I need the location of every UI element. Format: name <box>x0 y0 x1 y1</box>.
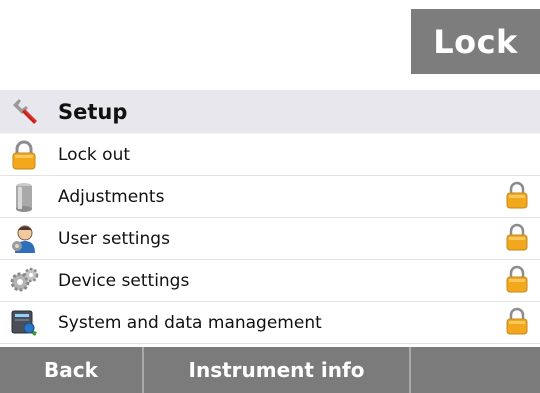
system-data-icon <box>0 302 48 343</box>
menu-header: Setup <box>0 90 540 134</box>
locked-icon <box>506 307 528 339</box>
empty-softkey[interactable] <box>411 347 540 393</box>
menu-item-lock-out[interactable]: Lock out <box>0 134 540 176</box>
footer-toolbar: Back Instrument info <box>0 347 540 393</box>
menu-item-label: Device settings <box>58 270 190 291</box>
gears-icon <box>0 260 48 301</box>
menu-item-label: System and data management <box>58 312 322 333</box>
back-button[interactable]: Back <box>0 347 144 393</box>
menu-item-device-settings[interactable]: Device settings <box>0 260 540 302</box>
locked-icon <box>506 181 528 213</box>
menu-item-user-settings[interactable]: User settings <box>0 218 540 260</box>
page-title: Setup <box>58 99 128 124</box>
locked-icon <box>506 265 528 297</box>
menu-item-label: Adjustments <box>58 186 165 207</box>
setup-menu: Setup Lock out Adjustments User settings… <box>0 90 540 344</box>
user-icon <box>0 218 48 259</box>
locked-icon <box>506 223 528 255</box>
menu-item-label: Lock out <box>58 144 131 165</box>
menu-item-system-data[interactable]: System and data management <box>0 302 540 344</box>
lock-button[interactable]: Lock <box>411 9 540 74</box>
menu-item-adjustments[interactable]: Adjustments <box>0 176 540 218</box>
padlock-icon <box>0 134 48 175</box>
cylinder-weight-icon <box>0 176 48 217</box>
menu-item-label: User settings <box>58 228 170 249</box>
wrench-icon <box>0 90 48 133</box>
instrument-info-button[interactable]: Instrument info <box>144 347 411 393</box>
